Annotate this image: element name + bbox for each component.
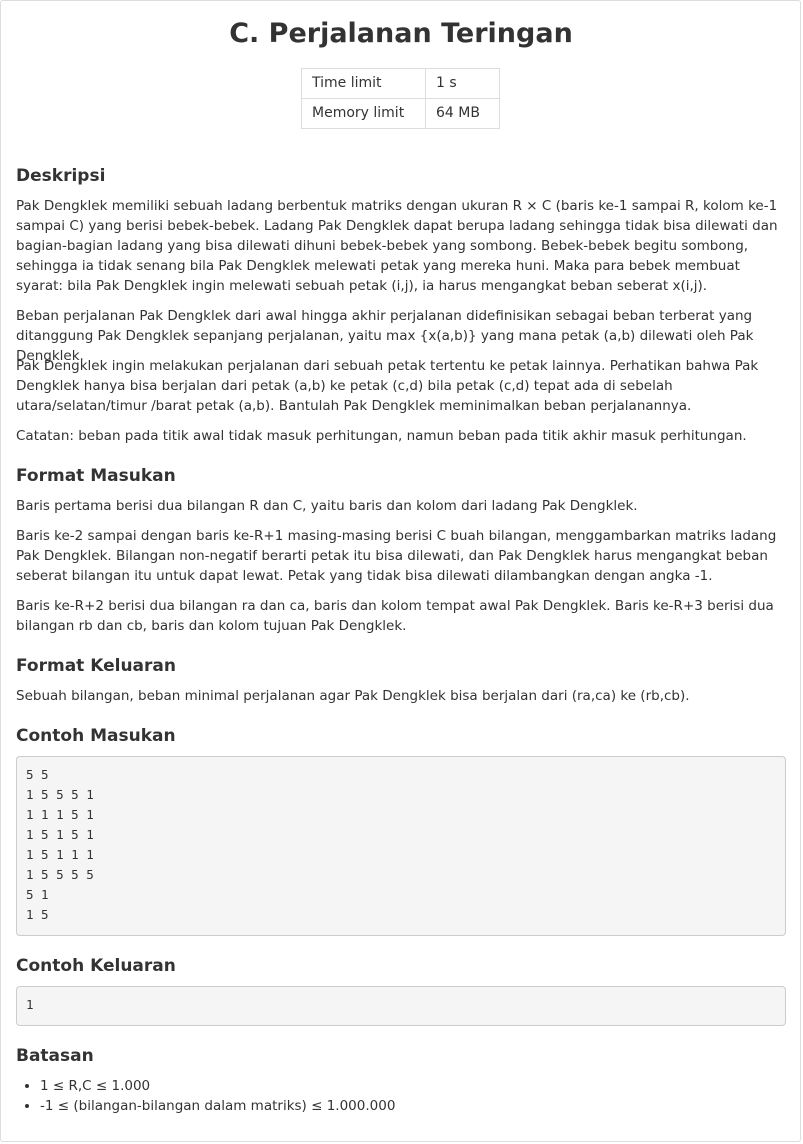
- sample-input-heading: Contoh Masukan: [16, 726, 176, 746]
- description-paragraph-1: Pak Dengklek memiliki sebuah ladang berb…: [16, 198, 778, 294]
- sample-output-code[interactable]: 1: [16, 986, 786, 1026]
- constraint-item: 1 ≤ R,C ≤ 1.000: [40, 1076, 395, 1096]
- description-paragraph-4: Catatan: beban pada titik awal tidak mas…: [16, 428, 747, 444]
- time-limit-value: 1 s: [425, 68, 500, 99]
- input-format-paragraph-1: Baris pertama berisi dua bilangan R dan …: [16, 498, 638, 514]
- sample-output-heading: Contoh Keluaran: [16, 956, 176, 976]
- memory-limit-value: 64 MB: [425, 98, 500, 129]
- input-format-heading: Format Masukan: [16, 466, 176, 486]
- description-paragraph-3: Pak Dengklek ingin melakukan perjalanan …: [16, 358, 759, 414]
- limits-table: Time limit 1 s Memory limit 64 MB: [301, 68, 500, 129]
- constraint-item: -1 ≤ (bilangan-bilangan dalam matriks) ≤…: [40, 1096, 395, 1116]
- input-format-paragraph-2: Baris ke-2 sampai dengan baris ke-R+1 ma…: [16, 528, 777, 584]
- memory-limit-label: Memory limit: [301, 98, 426, 129]
- output-format-heading: Format Keluaran: [16, 656, 176, 676]
- input-format-paragraph-3: Baris ke-R+2 berisi dua bilangan ra dan …: [16, 598, 774, 634]
- output-format-paragraph-1: Sebuah bilangan, beban minimal perjalana…: [16, 688, 690, 704]
- sample-input-code[interactable]: 5 5 1 5 5 5 1 1 1 1 5 1 1 5 1 5 1 1 5 1 …: [16, 756, 786, 936]
- limits-row-memory: Memory limit 64 MB: [301, 98, 500, 129]
- time-limit-label: Time limit: [301, 68, 426, 99]
- description-heading: Deskripsi: [16, 166, 106, 186]
- constraints-heading: Batasan: [16, 1046, 94, 1066]
- limits-row-time: Time limit 1 s: [301, 68, 500, 99]
- problem-title: C. Perjalanan Teringan: [229, 18, 573, 49]
- constraints-list: 1 ≤ R,C ≤ 1.000 -1 ≤ (bilangan-bilangan …: [16, 1076, 395, 1116]
